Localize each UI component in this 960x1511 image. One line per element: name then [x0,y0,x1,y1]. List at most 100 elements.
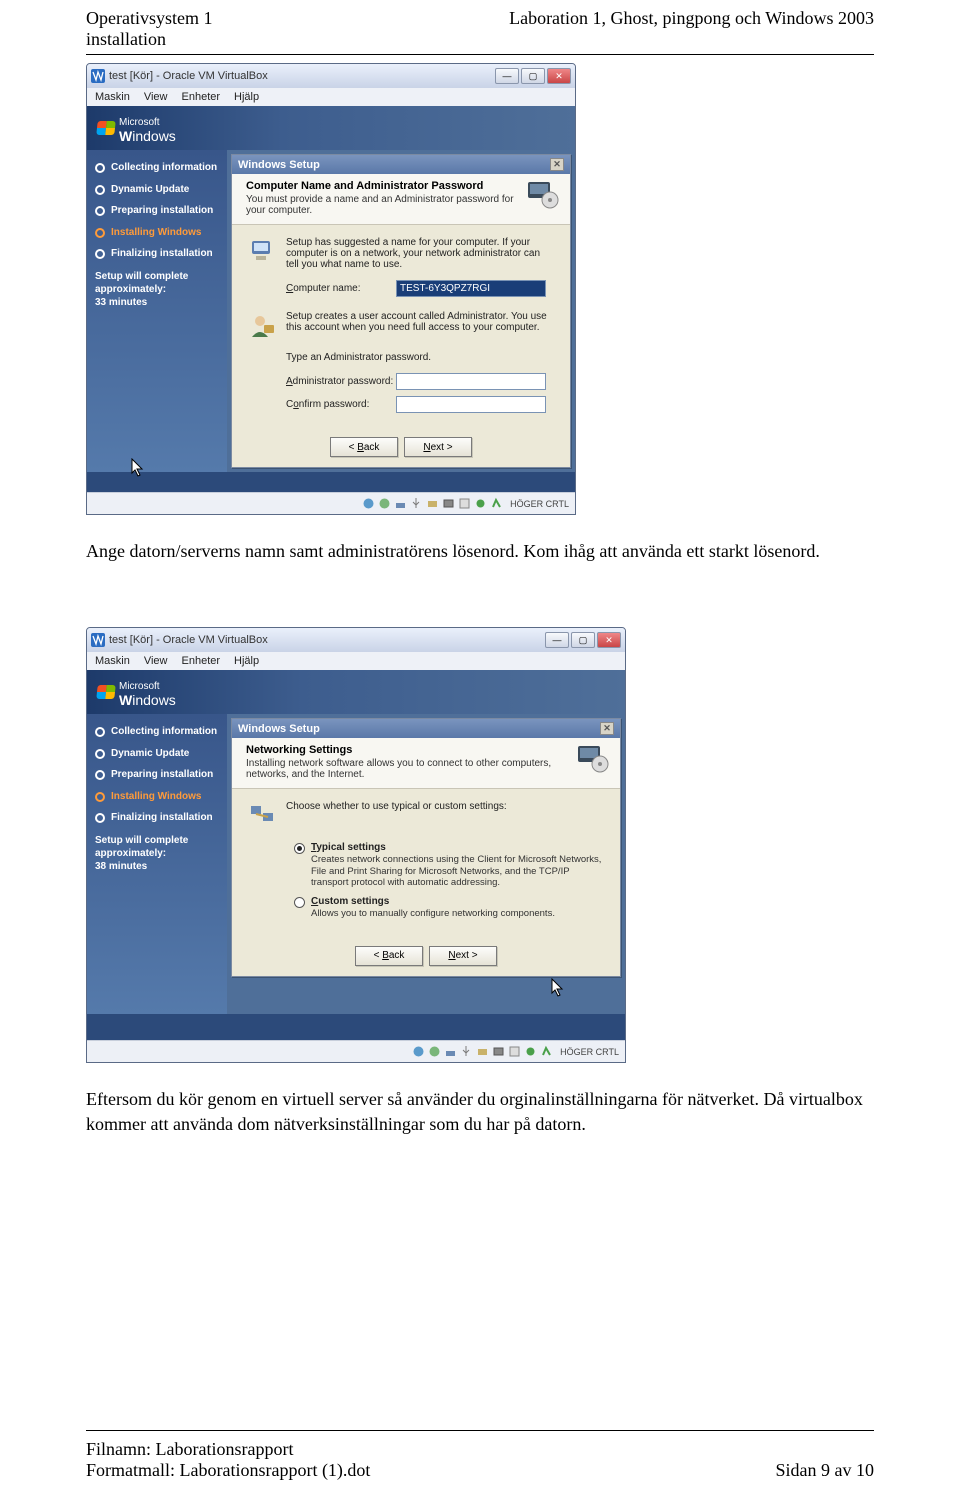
vbox-statusbar-2: HÖGER CRTL [87,1040,625,1062]
windows-flag-icon [96,685,115,699]
mouse-cursor-icon [131,458,145,478]
computer-name-input[interactable]: TEST-6Y3QPZ7RGI [396,280,546,297]
vbox-statusbar: HÖGER CRTL [87,492,575,514]
close-button[interactable]: ✕ [547,68,571,84]
dialog-name-password: Windows Setup ✕ Computer Name and Admini… [231,154,571,468]
windows-wordmark: MicrosoftWindows [119,676,176,708]
dialog2-header-title: Networking Settings [246,744,566,756]
display-icon[interactable] [492,1045,505,1058]
computer-name-label: Computer name: [286,283,396,294]
footer-rule [86,1430,874,1431]
eta-text: Setup will complete approximately: 33 mi… [95,270,219,309]
step-installing: Installing Windows [111,227,201,239]
computer-cd-icon [576,744,610,774]
doc-header-right: Laboration 1, Ghost, pingpong och Window… [509,8,874,50]
net-icon[interactable] [394,497,407,510]
keyboard-icon[interactable] [490,497,503,510]
menu-maskin[interactable]: Maskin [95,91,130,103]
minimize-button[interactable]: — [495,68,519,84]
settings-prompt: Choose whether to use typical or custom … [286,801,507,812]
header-rule [86,54,874,55]
maximize-button[interactable]: ▢ [571,632,595,648]
windows-logo-bar: MicrosoftWindows [87,106,575,150]
custom-option[interactable]: Custom settings Allows you to manually c… [294,896,604,919]
host-key-label-2: HÖGER CRTL [560,1047,619,1057]
paragraph-2: Eftersom du kör genom en virtuell server… [86,1087,874,1136]
window-title-2: test [Kör] - Oracle VM VirtualBox [109,634,268,646]
menubar: Maskin View Enheter Hjälp [87,88,575,106]
confirm-password-input[interactable] [396,396,546,413]
windows-flag-icon [96,121,115,135]
footer-filename: Filnamn: Laborationsrapport [86,1439,370,1460]
menu-view[interactable]: View [144,655,168,667]
minimize-button[interactable]: — [545,632,569,648]
dialog-close-button[interactable]: ✕ [550,158,564,171]
optical-icon[interactable] [378,497,391,510]
keyboard-icon[interactable] [540,1045,553,1058]
close-button[interactable]: ✕ [597,632,621,648]
display-icon[interactable] [442,497,455,510]
maximize-button[interactable]: ▢ [521,68,545,84]
shared-icon[interactable] [476,1045,489,1058]
admin-icon [248,311,276,342]
net-icon[interactable] [444,1045,457,1058]
page-number: Sidan 9 av 10 [776,1460,875,1481]
dialog-network: Windows Setup ✕ Networking Settings Inst… [231,718,621,977]
next-button-2[interactable]: Next > [429,946,497,966]
name-hint: Setup has suggested a name for your comp… [286,237,554,270]
menu-maskin[interactable]: Maskin [95,655,130,667]
dialog2-header-sub: Installing network software allows you t… [246,758,566,780]
usb-icon[interactable] [410,497,423,510]
menu-enheter[interactable]: Enheter [182,655,221,667]
setup-sidebar-2: Collecting information Dynamic Update Pr… [87,714,227,1014]
step-preparing: Preparing installation [111,205,213,217]
setup-main-2: Windows Setup ✕ Networking Settings Inst… [227,714,625,1014]
hdd-icon[interactable] [362,497,375,510]
dialog-close-button[interactable]: ✕ [600,722,614,735]
back-button[interactable]: < Back [330,437,398,457]
hdd-icon[interactable] [412,1045,425,1058]
vbox-window-1: test [Kör] - Oracle VM VirtualBox — ▢ ✕ … [86,63,576,515]
virtualbox-icon [91,633,105,647]
setup-main: Windows Setup ✕ Computer Name and Admini… [227,150,575,472]
admin-hint: Setup creates a user account called Admi… [286,311,554,333]
mouse-integration-icon[interactable] [508,1045,521,1058]
optical-icon[interactable] [428,1045,441,1058]
typical-option[interactable]: Typical settings Creates network connect… [294,842,604,888]
record-icon[interactable] [524,1045,537,1058]
windows-wordmark: MicrosoftWindows [119,112,176,144]
computer-cd-icon [526,180,560,210]
record-icon[interactable] [474,497,487,510]
doc-footer: Filnamn: Laborationsrapport Formatmall: … [86,1426,874,1481]
menubar-2: Maskin View Enheter Hjälp [87,652,625,670]
mouse-integration-icon[interactable] [458,497,471,510]
type-password-prompt: Type an Administrator password. [286,352,554,363]
doc-header-left: Operativsystem 1 installation [86,8,212,50]
titlebar[interactable]: test [Kör] - Oracle VM VirtualBox — ▢ ✕ [87,64,575,88]
menu-view[interactable]: View [144,91,168,103]
dialog-header-title: Computer Name and Administrator Password [246,180,516,192]
windows-logo-bar: MicrosoftWindows [87,670,625,714]
admin-password-input[interactable] [396,373,546,390]
radio-custom[interactable] [294,897,305,908]
step-finalizing: Finalizing installation [111,248,213,260]
menu-hjalp[interactable]: Hjälp [234,655,259,667]
paragraph-1: Ange datorn/serverns namn samt administr… [86,539,874,563]
doc-header: Operativsystem 1 installation Laboration… [86,8,874,50]
titlebar-2[interactable]: test [Kör] - Oracle VM VirtualBox — ▢ ✕ [87,628,625,652]
step-dynamic: Dynamic Update [111,184,189,196]
network-icon [248,801,276,832]
menu-enheter[interactable]: Enheter [182,91,221,103]
menu-hjalp[interactable]: Hjälp [234,91,259,103]
mouse-cursor-icon [551,978,565,998]
dialog-titlebar[interactable]: Windows Setup ✕ [232,155,570,174]
back-button-2[interactable]: < Back [355,946,423,966]
usb-icon[interactable] [460,1045,473,1058]
dialog-titlebar-2[interactable]: Windows Setup ✕ [232,719,620,738]
eta-text-2: Setup will complete approximately: 38 mi… [95,834,219,873]
confirm-password-label: Confirm password: [286,399,396,410]
admin-password-label: Administrator password: [286,376,396,387]
radio-typical[interactable] [294,843,305,854]
next-button[interactable]: Next > [404,437,472,457]
shared-icon[interactable] [426,497,439,510]
